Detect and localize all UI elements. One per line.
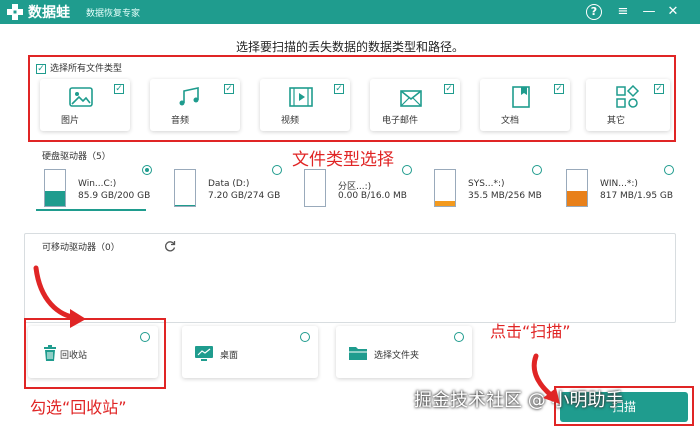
location-radio[interactable] — [300, 332, 310, 342]
app-name: 数据蛙 — [28, 5, 70, 21]
annotation-check-recycle: 勾选“回收站” — [30, 398, 127, 417]
drive-win[interactable]: WIN...*:) 817 MB/1.95 GB — [556, 165, 674, 210]
disk-usage-fill — [45, 190, 65, 206]
drive-c[interactable]: Win...C:) 85.9 GB/200 GB — [34, 165, 152, 210]
annotation-click-scan: 点击“扫描” — [490, 322, 571, 341]
drive-radio[interactable] — [142, 165, 152, 175]
drive-size: 35.5 MB/256 MB — [468, 191, 542, 201]
drive-name: WIN...*:) — [600, 179, 638, 189]
disk-icon — [174, 169, 196, 207]
refresh-icon[interactable] — [164, 240, 176, 252]
page-headline: 选择要扫描的丢失数据的数据类型和路径。 — [235, 40, 464, 54]
location-desktop[interactable]: 桌面 — [182, 326, 318, 378]
desktop-icon — [195, 346, 213, 361]
disk-usage-fill — [567, 190, 587, 206]
drive-name: Win...C:) — [78, 179, 117, 189]
disk-usage-fill — [435, 200, 455, 206]
drive-size: 0.00 B/16.0 MB — [338, 191, 407, 201]
folder-icon — [349, 347, 367, 360]
help-button[interactable]: ? — [586, 4, 602, 20]
annotation-file-types: 文件类型选择 — [292, 150, 394, 170]
disk-icon — [304, 169, 326, 207]
drive-radio[interactable] — [272, 165, 282, 175]
disk-icon — [434, 169, 456, 207]
drive-size: 7.20 GB/274 GB — [208, 191, 281, 201]
close-button[interactable]: ✕ — [664, 3, 682, 21]
location-radio[interactable] — [454, 332, 464, 342]
drive-partition[interactable]: 分区...:) 0.00 B/16.0 MB — [294, 165, 412, 210]
selected-drive-underline — [36, 209, 146, 211]
location-label: 选择文件夹 — [374, 351, 420, 361]
drive-radio[interactable] — [532, 165, 542, 175]
drive-radio[interactable] — [402, 165, 412, 175]
drive-size: 85.9 GB/200 GB — [78, 191, 151, 201]
disk-icon — [566, 169, 588, 207]
drive-name: SYS...*:) — [468, 179, 505, 189]
app-logo-icon — [7, 4, 23, 20]
removable-drives-title: 可移动驱动器（0） — [42, 243, 120, 253]
title-bar: 数据蛙 数据恢复专家 ? ≡ — ✕ — [0, 0, 700, 24]
drive-name: Data (D:) — [208, 179, 250, 189]
location-label: 桌面 — [220, 351, 239, 361]
recycle-bin-highlight — [24, 318, 166, 389]
drive-sys[interactable]: SYS...*:) 35.5 MB/256 MB — [424, 165, 542, 210]
drive-size: 817 MB/1.95 GB — [600, 191, 674, 201]
removable-drives-panel — [24, 233, 676, 323]
location-select-folder[interactable]: 选择文件夹 — [336, 326, 472, 378]
app-subtitle: 数据恢复专家 — [86, 9, 141, 19]
minimize-button[interactable]: — — [640, 3, 658, 21]
menu-button[interactable]: ≡ — [614, 3, 632, 21]
disk-usage-fill — [175, 204, 195, 206]
drive-radio[interactable] — [664, 165, 674, 175]
watermark: 掘金技术社区 @ 小明助手 — [414, 390, 624, 411]
drive-d[interactable]: Data (D:) 7.20 GB/274 GB — [164, 165, 282, 210]
file-types-highlight — [28, 55, 676, 142]
disk-icon — [44, 169, 66, 207]
